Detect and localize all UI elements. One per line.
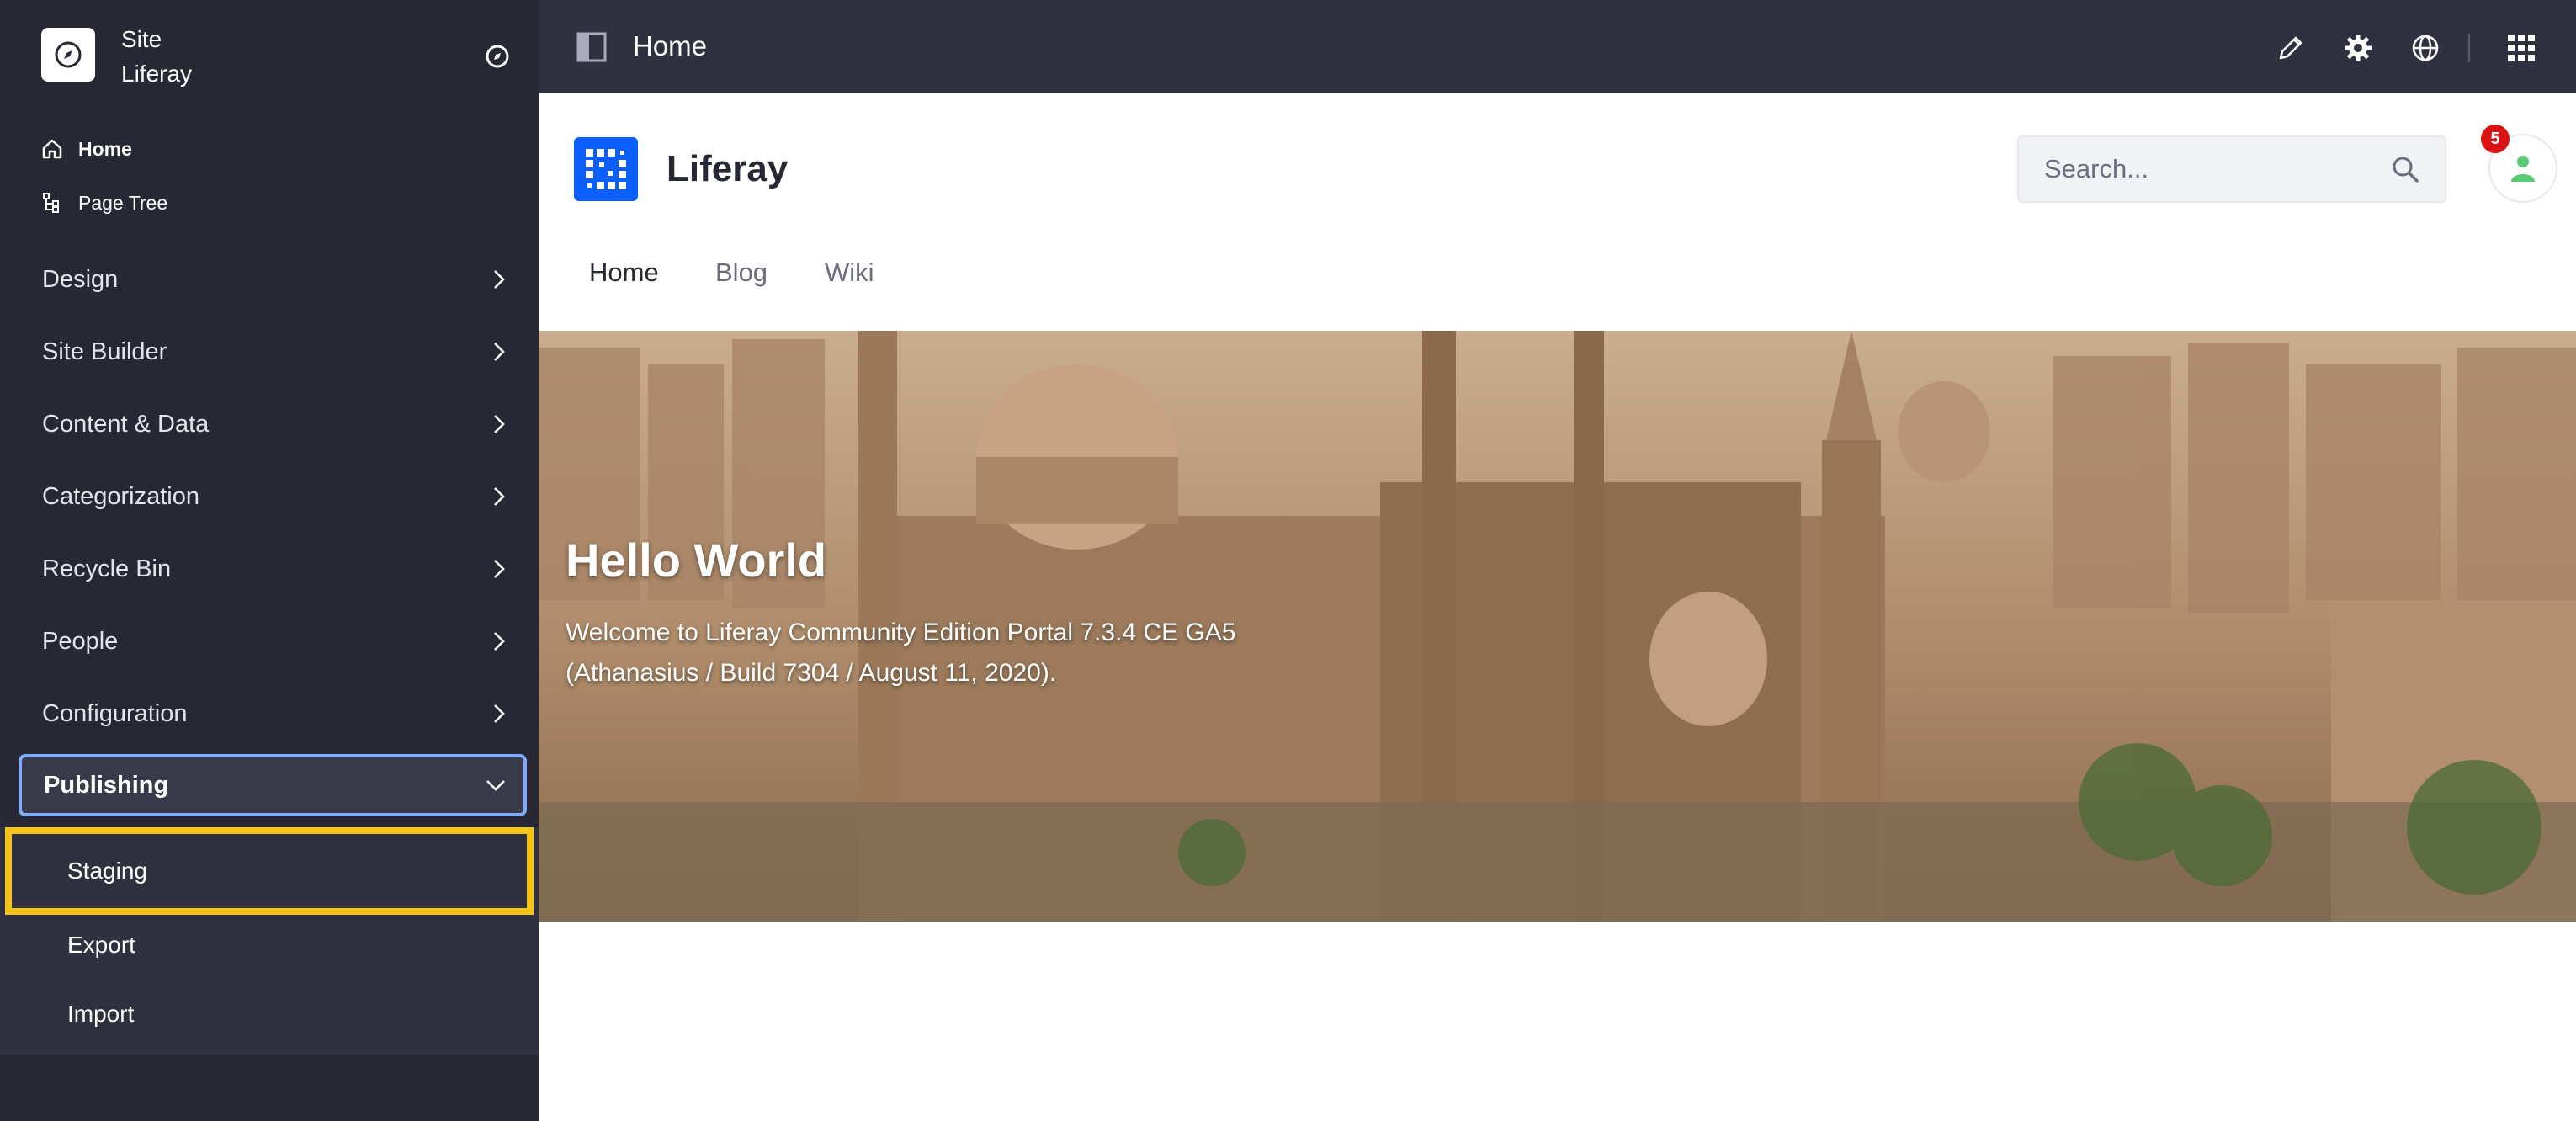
site-name-text: Liferay <box>121 61 193 87</box>
menu-item-label: Site Builder <box>42 337 167 365</box>
gear-icon[interactable] <box>2343 33 2373 63</box>
page-tree-icon <box>43 193 59 213</box>
site-logo[interactable] <box>41 28 95 82</box>
notification-badge[interactable]: 5 <box>2481 125 2510 153</box>
menu-item-label: Configuration <box>42 699 188 727</box>
submenu-item-import[interactable]: Import <box>0 980 539 1049</box>
menu-item-label: Publishing <box>44 771 169 799</box>
hero-banner: Hello World Welcome to Liferay Community… <box>539 331 2576 922</box>
liferay-logo-icon <box>586 149 626 189</box>
sidebar-home-label: Home <box>78 137 132 160</box>
menu-item-categorization[interactable]: Categorization <box>0 460 539 533</box>
sidebar-page-tree-link[interactable]: Page Tree <box>41 186 167 220</box>
menu-item-design[interactable]: Design <box>0 243 539 316</box>
compass-icon <box>55 41 82 68</box>
menu-item-site-builder[interactable]: Site Builder <box>0 316 539 388</box>
sidebar-toggle-icon[interactable] <box>576 32 607 62</box>
menu-item-label: Recycle Bin <box>42 555 172 582</box>
apps-grid-icon[interactable] <box>2506 33 2536 63</box>
hero-description-line: Welcome to Liferay Community Edition Por… <box>566 619 1236 646</box>
site-nav-wiki[interactable]: Wiki <box>825 258 874 288</box>
chevron-right-icon <box>494 560 505 578</box>
submenu-item-label: Import <box>67 1001 135 1027</box>
brand-name[interactable]: Liferay <box>667 148 788 190</box>
search-input[interactable] <box>2044 154 2364 184</box>
site-nav-blog[interactable]: Blog <box>715 258 767 288</box>
sidebar-page-tree-label: Page Tree <box>78 191 168 214</box>
chevron-right-icon <box>494 270 505 289</box>
menu-item-label: Design <box>42 265 119 293</box>
menu-item-configuration[interactable]: Configuration <box>0 677 539 750</box>
site-label: Site <box>121 26 162 52</box>
brand-logo[interactable] <box>574 137 638 201</box>
site-header: Site Liferay <box>0 0 539 114</box>
hero-title: Hello World <box>566 534 827 587</box>
hero-description: Welcome to Liferay Community Edition Por… <box>566 613 1323 693</box>
menu-item-content-data[interactable]: Content & Data <box>0 388 539 460</box>
site-name: Site Liferay <box>121 22 192 91</box>
product-menu-sidebar: Site Liferay Home Page Tree Design Site … <box>0 0 539 1121</box>
hero-description-line: (Athanasius / Build 7304 / August 11, 20… <box>566 659 1057 687</box>
submenu-item-staging[interactable]: Staging <box>5 827 534 915</box>
chevron-right-icon <box>494 487 505 506</box>
menu-item-label: Categorization <box>42 482 199 510</box>
menu-item-label: Content & Data <box>42 410 210 438</box>
submenu-item-label: Staging <box>67 858 147 884</box>
home-icon <box>42 139 62 159</box>
submenu-item-export[interactable]: Export <box>0 911 539 980</box>
chevron-right-icon <box>494 343 505 361</box>
chevron-right-icon <box>494 415 505 433</box>
chevron-down-icon <box>486 780 505 791</box>
page-title: Home <box>633 30 708 61</box>
chevron-right-icon <box>494 632 505 651</box>
search-icon[interactable] <box>2391 155 2419 183</box>
pencil-icon[interactable] <box>2276 33 2306 63</box>
sidebar-home-link[interactable]: Home <box>41 132 132 166</box>
menu-item-people[interactable]: People <box>0 605 539 677</box>
menu-item-recycle-bin[interactable]: Recycle Bin <box>0 533 539 605</box>
control-menu: Home <box>539 0 2576 93</box>
user-icon <box>2511 156 2535 182</box>
publishing-submenu: Staging Export Import <box>0 827 539 1055</box>
menu-item-publishing[interactable]: Publishing <box>19 754 527 816</box>
site-selector-compass-icon[interactable] <box>483 42 512 71</box>
chevron-right-icon <box>494 704 505 723</box>
submenu-item-label: Export <box>67 932 135 958</box>
menu-item-label: People <box>42 627 119 655</box>
site-nav-home[interactable]: Home <box>589 258 659 288</box>
search-bar <box>2017 135 2446 203</box>
simulation-icon[interactable] <box>2410 33 2441 63</box>
toolbar-divider <box>2468 34 2470 62</box>
